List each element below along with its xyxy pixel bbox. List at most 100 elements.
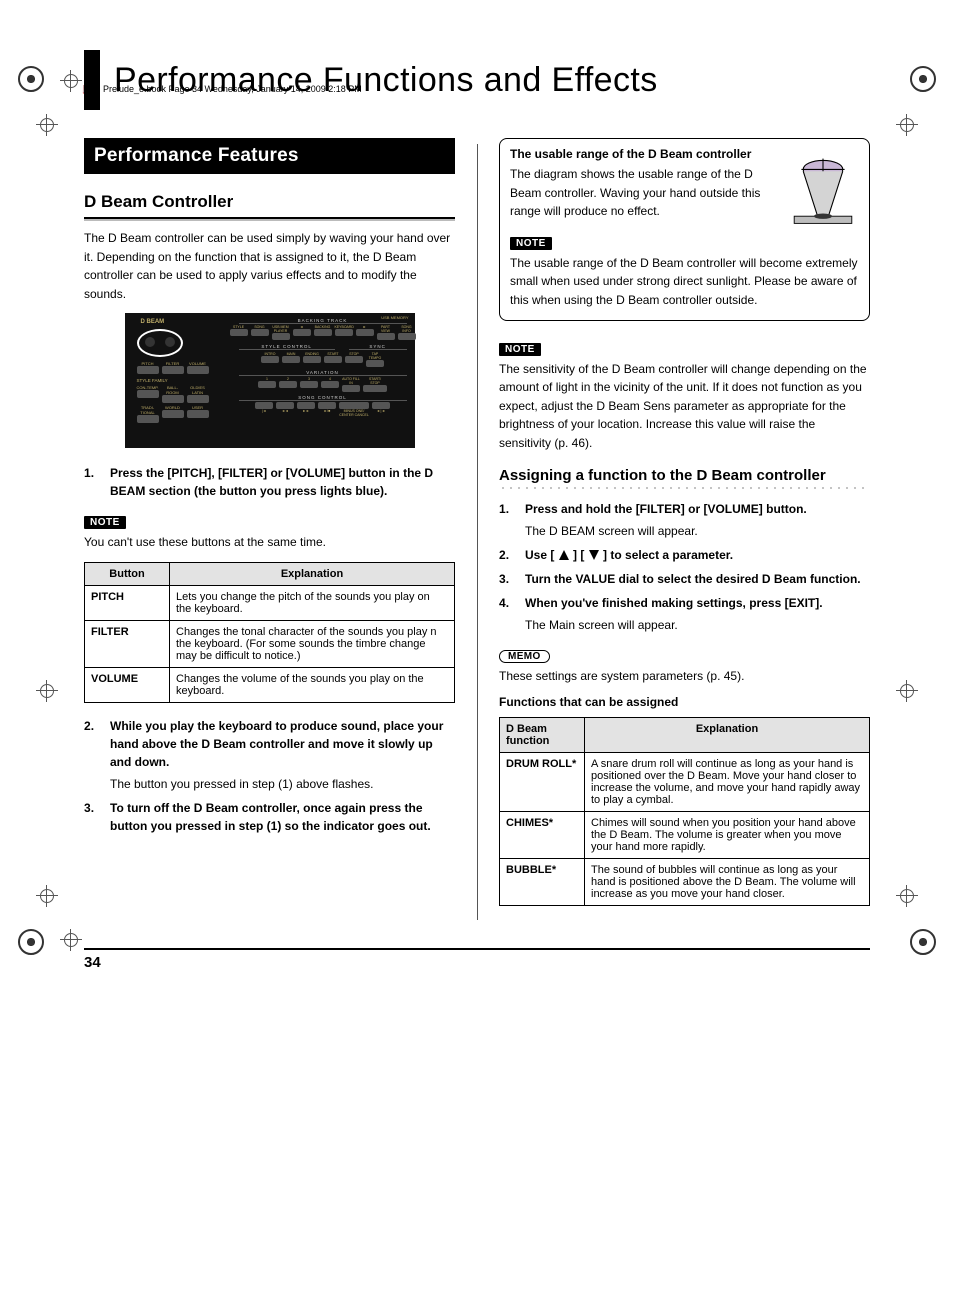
functions-title: Functions that can be assigned [499,695,870,709]
panel-sf-button [137,390,159,398]
panel-sf-button [187,410,209,418]
usable-range-box: The usable range of the D Beam controlle… [499,138,870,321]
panel-bt-button [377,333,395,340]
cell-explanation: A snare drum roll will continue as long … [585,753,870,812]
arrow-up-icon [559,550,569,560]
step-2-sub: The button you pressed in step (1) above… [110,775,455,793]
cell-function: DRUM ROLL* [500,753,585,812]
panel-bt-button [293,329,311,336]
panel-song-button [297,402,315,409]
assign-step-3: Turn the VALUE dial to select the desire… [499,570,870,588]
table-header-explanation: Explanation [585,718,870,753]
box-body: The diagram shows the usable range of th… [510,165,781,221]
crop-mark [910,66,936,92]
cell-explanation: Changes the volume of the sounds you pla… [170,667,455,702]
panel-bt-button [356,329,374,336]
panel-var: AUTO FILL IN [342,377,360,385]
sub-heading-dbeam: D Beam Controller [84,192,455,219]
assign-heading: Assigning a function to the D Beam contr… [499,467,870,484]
control-panel-image: D BEAM PITCH FILTER VOLUME STYLE FAMILY … [125,313,415,448]
memo-badge: MEMO [499,650,550,663]
chapter-marker [84,50,100,110]
box-note-text: The usable range of the D Beam controlle… [510,254,859,310]
panel-sc-button [345,356,363,363]
panel-bt-button [272,333,290,340]
panel-song: ►► [297,409,315,413]
panel-song: ◄◄ [276,409,294,413]
panel-var-button [279,381,297,388]
panel-sc-button [282,356,300,363]
arrow-down-icon [589,550,599,560]
table-row: BUBBLE* The sound of bubbles will contin… [500,859,870,906]
panel-song: MINUS ONE/ CENTER CANCEL [339,409,369,417]
panel-bt-button [398,333,416,340]
table-header-explanation: Explanation [170,562,455,585]
panel-song-button [255,402,273,409]
panel-bt-button [335,329,353,336]
panel-sf-button [162,410,184,418]
panel-volume-button [187,366,209,374]
button-table: Button Explanation PITCH Lets you change… [84,562,455,703]
panel-song-button [339,402,369,409]
assign-step-2-mid: ] [ [573,548,584,562]
panel-sc-button [366,360,384,367]
panel-stylecontrol-label: STYLE CONTROL [239,344,335,350]
cell-function: BUBBLE* [500,859,585,906]
panel-sc: TAP TEMPO [366,352,384,360]
panel-sync-label: SYNC [349,344,407,350]
step-1-text: Press the [PITCH], [FILTER] or [VOLUME] … [110,464,455,500]
panel-song: |◄ [255,409,273,413]
function-table: D Beam function Explanation DRUM ROLL* A… [499,717,870,906]
step-3-text: To turn off the D Beam controller, once … [110,799,455,835]
panel-bt: USB MEM PLAYER [272,325,290,333]
intro-text: The D Beam controller can be used simply… [84,229,455,303]
panel-song: ►|◄ [372,409,390,413]
note-badge: NOTE [84,516,126,529]
assign-step-1: Press and hold the [FILTER] or [VOLUME] … [499,500,870,540]
assign-step-2-pre: Use [ [525,548,554,562]
assign-step-3-text: Turn the VALUE dial to select the desire… [525,570,870,588]
crop-mark [18,66,44,92]
page-number: 34 [84,954,870,971]
assign-step-1-sub: The D BEAM screen will appear. [525,522,870,540]
panel-song-button [318,402,336,409]
cell-explanation: The sound of bubbles will continue as lo… [585,859,870,906]
crop-mark [910,929,936,955]
panel-usb-label: USB MEMORY [381,315,408,320]
table-row: DRUM ROLL* A snare drum roll will contin… [500,753,870,812]
panel-sf-button [137,415,159,423]
panel-bt: SONG INFO [398,325,416,333]
assign-step-4-text: When you've finished making settings, pr… [525,594,870,612]
panel-sf-button [187,395,209,403]
panel-sf-button [162,395,184,403]
note-text: You can't use these buttons at the same … [84,533,455,552]
panel-var-button [321,381,339,388]
step-2-text: While you play the keyboard to produce s… [110,717,455,771]
dbeam-sensor [137,329,183,357]
dotted-rule [499,486,870,490]
panel-variation-label: VARIATION [239,370,407,376]
assign-step-2-text: Use [ ] [ ] to select a parameter. [525,546,870,564]
crop-mark [18,929,44,955]
panel-sf: BALL-ROOM [162,385,184,395]
panel-sc-button [261,356,279,363]
memo-text: These settings are system parameters (p.… [499,667,870,686]
table-row: CHIMES* Chimes will sound when you posit… [500,812,870,859]
assign-step-1-text: Press and hold the [FILTER] or [VOLUME] … [525,500,870,518]
panel-var: START/ STOP [366,377,384,385]
table-header-function: D Beam function [500,718,585,753]
step-3: To turn off the D Beam controller, once … [84,799,455,835]
panel-var-button [300,381,318,388]
table-row: FILTER Changes the tonal character of th… [85,620,455,667]
note-badge: NOTE [499,343,541,356]
panel-sc-button [324,356,342,363]
panel-var-button [258,381,276,388]
panel-song: ►/■ [318,409,336,413]
assign-step-2-post: ] to select a parameter. [603,548,733,562]
cell-explanation: Changes the tonal character of the sound… [170,620,455,667]
panel-var-button [363,385,387,392]
table-row: VOLUME Changes the volume of the sounds … [85,667,455,702]
cell-button: FILTER [85,620,170,667]
panel-sc-button [303,356,321,363]
chapter-title: Performance Functions and Effects [114,61,658,100]
